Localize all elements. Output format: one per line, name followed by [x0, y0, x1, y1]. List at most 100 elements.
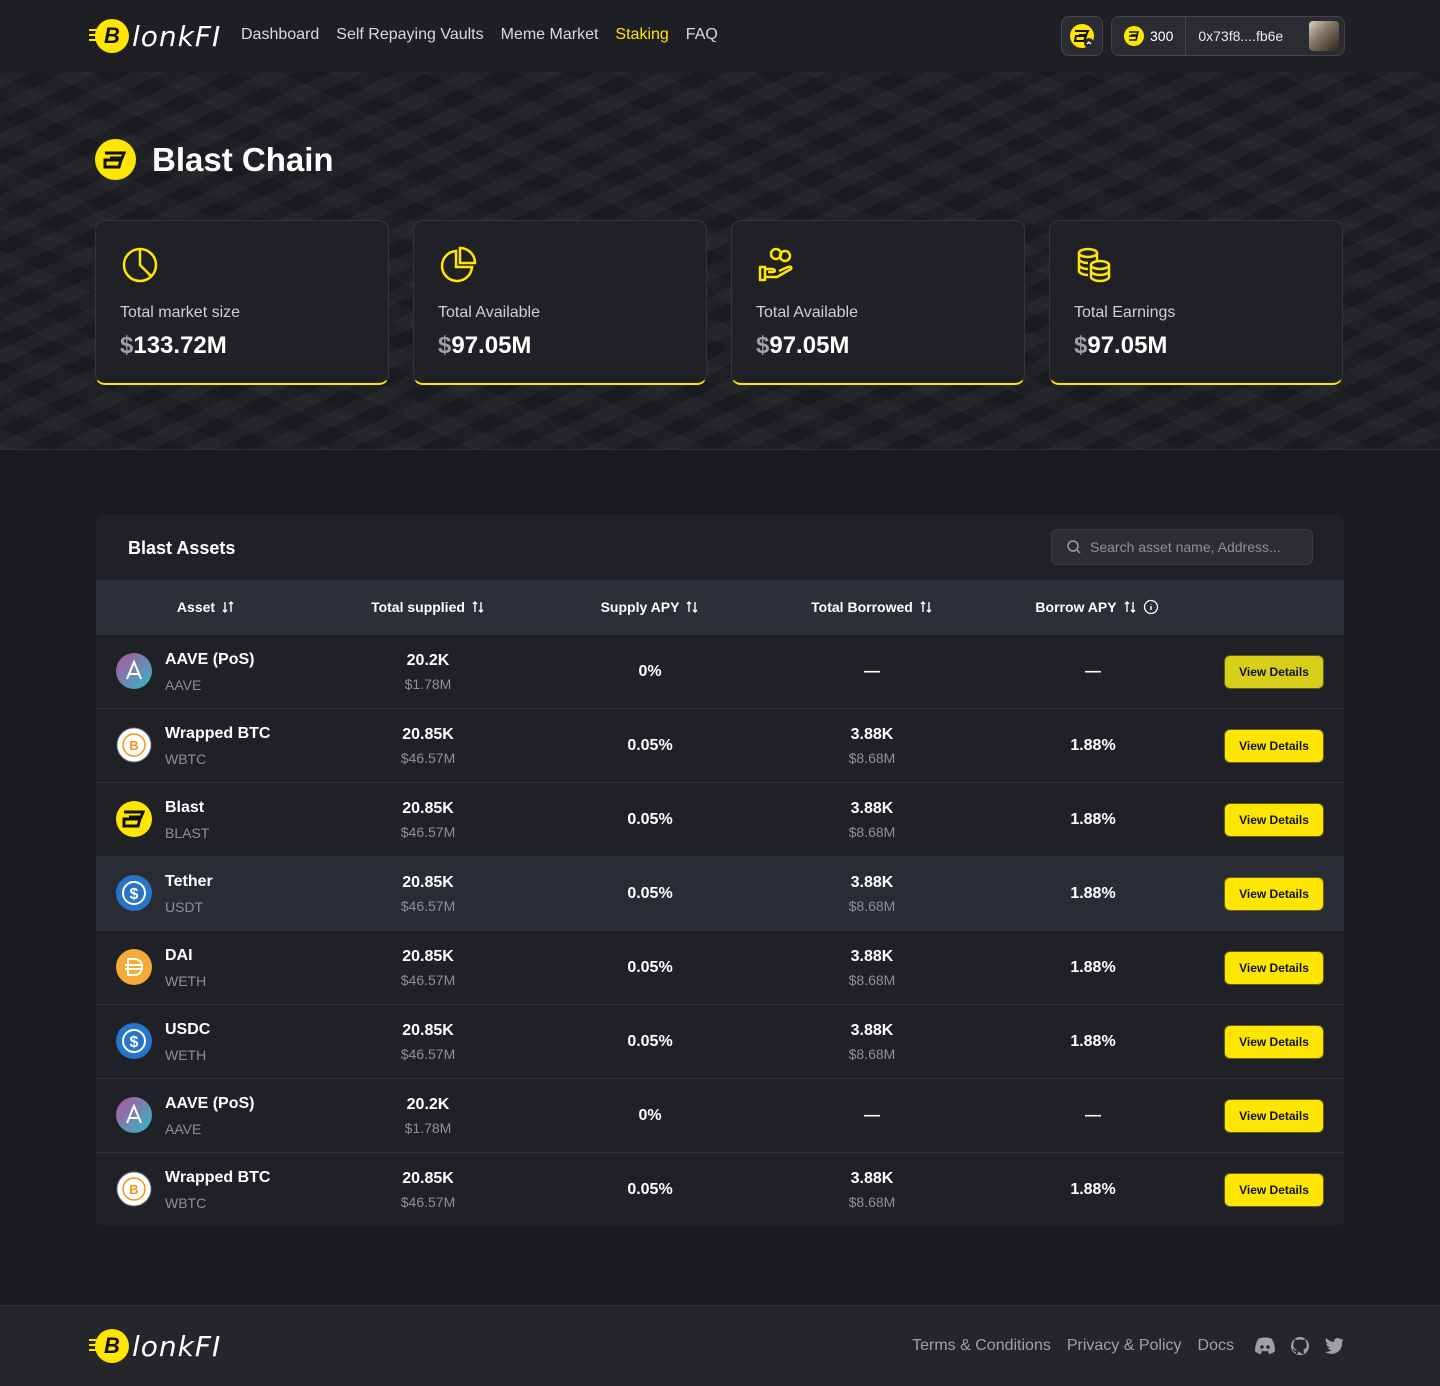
total-borrowed-cell: 3.88K $8.68M	[848, 874, 896, 914]
column-borrow-apy[interactable]: Borrow APY	[1024, 580, 1170, 634]
total-borrowed-cell: —	[864, 1107, 880, 1124]
nav-meme-market[interactable]: Meme Market	[501, 26, 599, 44]
table-row: Blast BLAST 20.85K $46.57M 0.05% 3.88K $8.68M 1…	[96, 782, 1344, 856]
logo-text: lonkFI	[132, 19, 222, 53]
stat-value: $97.05M	[1074, 332, 1168, 359]
column-asset[interactable]: Asset	[156, 580, 256, 634]
aave-icon	[116, 1097, 152, 1133]
footer-logo[interactable]: B lonkFI	[89, 1328, 222, 1364]
terms-link[interactable]: Terms & Conditions	[912, 1337, 1051, 1355]
pie-chart-slice-icon	[440, 246, 477, 283]
total-supplied-cell: 20.85K $46.57M	[400, 726, 456, 766]
view-details-button[interactable]: View Details	[1225, 1174, 1323, 1206]
main-nav: Dashboard Self Repaying Vaults Meme Mark…	[241, 26, 718, 44]
asset-symbol: AAVE	[165, 677, 202, 693]
borrow-apy-cell: —	[1085, 1107, 1101, 1124]
total-borrowed-cell: 3.88K $8.68M	[848, 1170, 896, 1210]
column-total-borrowed[interactable]: Total Borrowed	[796, 580, 948, 634]
supply-apy-cell: 0.05%	[627, 1181, 673, 1198]
blast-chain-icon	[95, 139, 136, 180]
twitter-icon[interactable]	[1324, 1337, 1344, 1355]
borrow-apy-cell: 1.88%	[1070, 811, 1116, 828]
asset-name: AAVE (PoS)	[165, 651, 255, 668]
hero-section: Blast Chain Total market size $133.72M T…	[0, 72, 1440, 450]
asset-name: USDC	[165, 1021, 211, 1038]
supply-apy-cell: 0.05%	[627, 885, 673, 902]
stat-card-total-available-2: Total Available $97.05M	[731, 220, 1025, 385]
logo-text: lonkFI	[132, 1329, 222, 1363]
aave-icon	[116, 653, 152, 689]
svg-text:B: B	[129, 738, 138, 753]
bitcoin-icon: B	[116, 727, 152, 763]
stat-value: $133.72M	[120, 332, 227, 359]
panel-title: Blast Assets	[128, 538, 236, 558]
view-details-button[interactable]: View Details	[1225, 1100, 1323, 1132]
supply-apy-cell: 0%	[638, 1107, 662, 1124]
asset-symbol: WETH	[165, 1047, 207, 1063]
footer-links: Terms & Conditions Privacy & Policy Docs	[912, 1336, 1344, 1356]
assets-panel: Blast Assets Asset Total supplied Supply…	[96, 514, 1344, 1226]
view-details-button[interactable]: View Details	[1225, 952, 1323, 984]
search-input[interactable]	[1090, 539, 1300, 555]
total-supplied-cell: 20.85K $46.57M	[400, 1022, 456, 1062]
hand-coins-icon	[758, 247, 793, 282]
stat-label: Total Available	[438, 304, 540, 321]
column-total-supplied[interactable]: Total supplied	[358, 580, 498, 634]
discord-icon[interactable]	[1254, 1337, 1276, 1355]
supply-apy-cell: 0%	[638, 663, 662, 680]
total-borrowed-cell: 3.88K $8.68M	[848, 948, 896, 988]
docs-link[interactable]: Docs	[1198, 1337, 1234, 1355]
avatar	[1309, 21, 1339, 51]
total-supplied-cell: 20.85K $46.57M	[400, 948, 456, 988]
stat-value: $97.05M	[756, 332, 850, 359]
view-details-button[interactable]: View Details	[1225, 878, 1323, 910]
asset-symbol: BLAST	[165, 825, 210, 841]
view-details-button[interactable]: View Details	[1225, 730, 1323, 762]
social-links	[1254, 1336, 1344, 1356]
table-row: $ Tether USDT 20.85K $46.57M 0.05% 3.88K $8.68M…	[96, 856, 1344, 930]
coin-stack-icon	[1077, 247, 1111, 283]
stat-label: Total Earnings	[1074, 304, 1176, 321]
nav-staking[interactable]: Staking	[615, 26, 668, 44]
table-row: B Wrapped BTC WBTC 20.85K $46.57M 0.05% 3.88K $…	[96, 1152, 1344, 1226]
balance-value: 300	[1150, 28, 1174, 44]
table-row: $ USDC WETH 20.85K $46.57M 0.05% 3.88K $8.68M 1.…	[96, 1004, 1344, 1078]
top-header: B lonkFI Dashboard Self Repaying Vaults …	[0, 0, 1440, 72]
supply-apy-cell: 0.05%	[627, 811, 673, 828]
nav-faq[interactable]: FAQ	[686, 26, 718, 44]
github-icon[interactable]	[1290, 1336, 1310, 1356]
total-supplied-cell: 20.2K $1.78M	[404, 1096, 452, 1136]
total-borrowed-cell: 3.88K $8.68M	[848, 800, 896, 840]
view-details-button[interactable]: View Details	[1225, 804, 1323, 836]
borrow-apy-cell: 1.88%	[1070, 1181, 1116, 1198]
page-title: Blast Chain	[152, 140, 334, 178]
nav-self-repaying-vaults[interactable]: Self Repaying Vaults	[336, 26, 483, 44]
total-supplied-cell: 20.85K $46.57M	[400, 1170, 456, 1210]
view-details-button[interactable]: View Details	[1225, 656, 1323, 688]
search-box[interactable]	[1051, 529, 1313, 565]
asset-symbol: AAVE	[165, 1121, 202, 1137]
nav-dashboard[interactable]: Dashboard	[241, 26, 319, 44]
stat-label: Total Available	[756, 304, 858, 321]
table-row: B Wrapped BTC WBTC 20.85K $46.57M 0.05% 3.88K $…	[96, 708, 1344, 782]
view-details-button[interactable]: View Details	[1225, 1026, 1323, 1058]
column-supply-apy[interactable]: Supply APY	[584, 580, 716, 634]
supply-apy-cell: 0.05%	[627, 959, 673, 976]
wallet-widget[interactable]: 300 0x73f8....fb6e	[1111, 16, 1345, 56]
svg-text:$: $	[130, 886, 139, 903]
network-switch-button[interactable]	[1061, 16, 1103, 56]
borrow-apy-cell: —	[1085, 663, 1101, 680]
logo[interactable]: B lonkFI	[89, 18, 222, 54]
info-icon[interactable]	[1143, 599, 1159, 615]
asset-symbol: USDT	[165, 899, 204, 915]
table-header: Asset Total supplied Supply APY Total Bo…	[96, 580, 1344, 634]
wallet-address: 0x73f8....fb6e	[1198, 28, 1284, 44]
stat-card-total-available: Total Available $97.05M	[413, 220, 707, 385]
logo-badge-icon: B	[89, 1329, 129, 1363]
table-row: AAVE (PoS) AAVE 20.2K $1.78M 0% — — View Detail…	[96, 1078, 1344, 1152]
privacy-link[interactable]: Privacy & Policy	[1067, 1337, 1182, 1355]
total-borrowed-cell: 3.88K $8.68M	[848, 1022, 896, 1062]
borrow-apy-cell: 1.88%	[1070, 1033, 1116, 1050]
stat-value: $97.05M	[438, 332, 532, 359]
dai-icon	[116, 949, 152, 985]
